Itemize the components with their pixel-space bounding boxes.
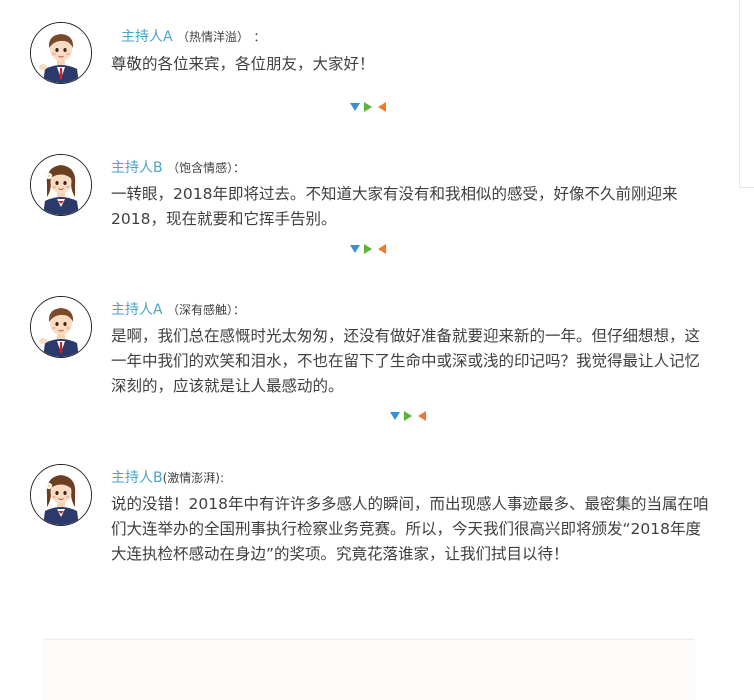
speaker-name: 主持人B xyxy=(111,160,163,176)
speech-text: 一转眼，2018年即将过去。不知道大家有没有和我相似的感受，好像不久前刚迎来20… xyxy=(111,185,678,228)
speaker-name: 主持人A xyxy=(111,302,163,318)
side-frame-rule xyxy=(739,0,754,188)
speaker-line: 主持人B(激情澎湃): xyxy=(111,468,224,488)
speaker-name: 主持人B xyxy=(111,470,163,486)
speaker-line: 主持人A （热情洋溢） ： xyxy=(121,27,266,47)
girl-host-avatar-icon xyxy=(30,154,92,216)
speaker-mood: （热情洋溢） xyxy=(177,30,250,44)
dialogue-block-3: 主持人A （深有感触）： 是啊，我们总在感慨时光太匆匆，还没有做好准备就要迎来新… xyxy=(30,296,720,431)
speaker-line: 主持人B （饱含情感）： xyxy=(111,158,245,178)
girl-host-avatar-icon xyxy=(30,464,92,526)
boy-host-avatar-icon xyxy=(30,296,92,358)
triangle-divider-icon xyxy=(349,100,389,114)
triangle-divider-icon xyxy=(389,409,429,423)
triangle-divider-icon xyxy=(349,242,389,256)
dialogue-block-1: 主持人A （热情洋溢） ： 尊敬的各位来宾，各位朋友，大家好！ xyxy=(30,22,720,122)
speaker-mood: （饱含情感）： xyxy=(167,161,246,175)
speaker-colon: ： xyxy=(253,30,266,44)
speaker-name: 主持人A xyxy=(121,29,173,45)
boy-host-avatar-icon xyxy=(30,22,92,84)
speaker-mood: （深有感触）： xyxy=(167,303,246,317)
speech-text: 是啊，我们总在感慨时光太匆匆，还没有做好准备就要迎来新的一年。但仔细想想，这一年… xyxy=(111,327,701,395)
speech-text: 尊敬的各位来宾，各位朋友，大家好！ xyxy=(111,55,375,73)
dialogue-block-2: 主持人B （饱含情感）： 一转眼，2018年即将过去。不知道大家有没有和我相似的… xyxy=(30,154,720,264)
speaker-mood: (激情澎湃): xyxy=(162,471,225,485)
dialogue-block-4: 主持人B(激情澎湃): 说的没错！2018年中有许许多多感人的瞬间，而出现感人事… xyxy=(30,464,720,604)
speaker-line: 主持人A （深有感触）： xyxy=(111,300,245,320)
speech-text: 说的没错！2018年中有许许多多感人的瞬间，而出现感人事迹最多、最密集的当属在咱… xyxy=(111,495,709,563)
